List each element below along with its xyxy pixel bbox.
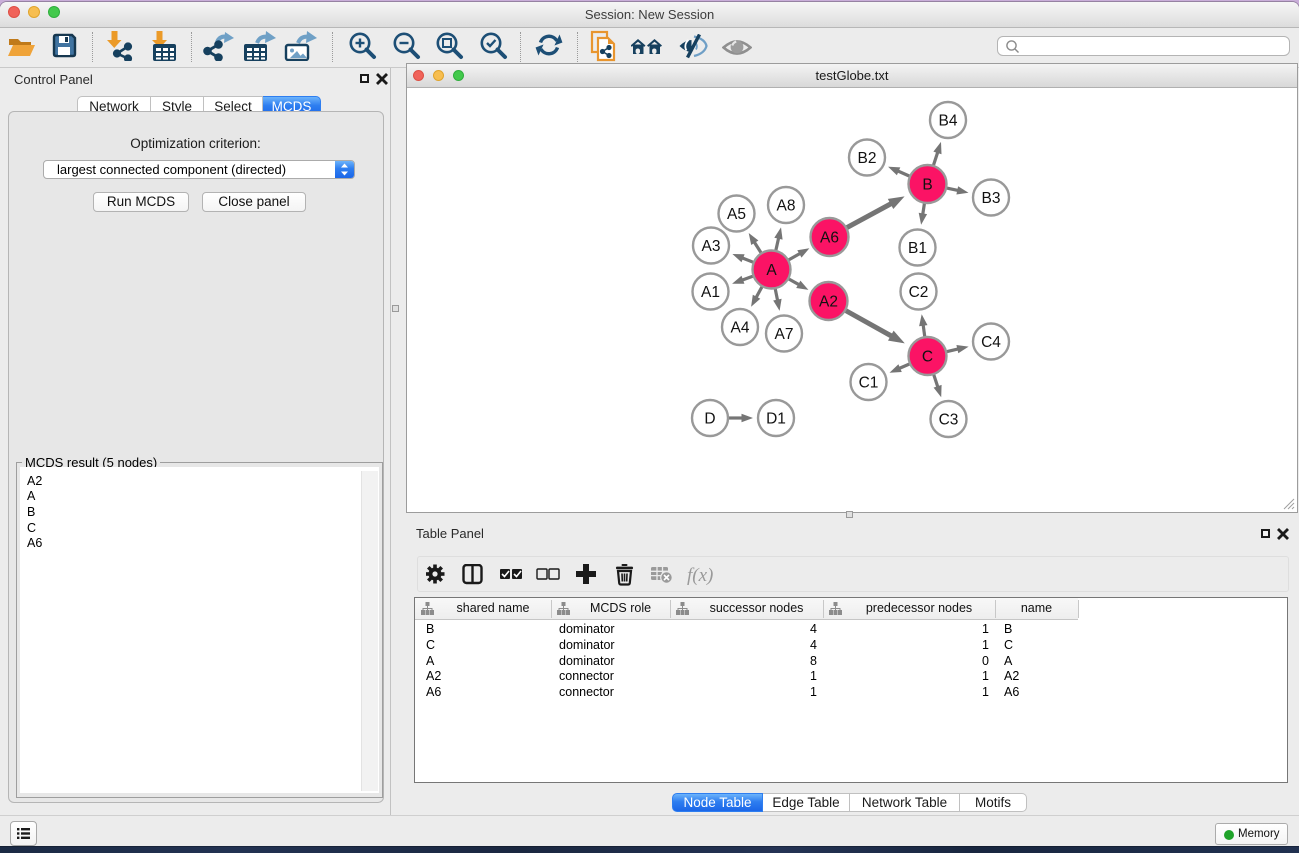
svg-text:C3: C3 <box>939 411 959 428</box>
svg-text:A7: A7 <box>775 326 794 343</box>
svg-text:A2: A2 <box>819 293 838 310</box>
svg-text:B2: B2 <box>858 150 877 167</box>
svg-text:A8: A8 <box>777 197 796 214</box>
svg-text:A6: A6 <box>820 229 839 246</box>
svg-text:B: B <box>922 176 932 193</box>
svg-text:C4: C4 <box>981 334 1001 351</box>
svg-text:C: C <box>922 348 933 365</box>
svg-text:B4: B4 <box>939 112 958 129</box>
svg-text:B1: B1 <box>908 240 927 257</box>
svg-text:D: D <box>704 410 715 427</box>
svg-text:A: A <box>766 262 777 279</box>
svg-text:A3: A3 <box>702 238 721 255</box>
svg-text:A4: A4 <box>731 319 750 336</box>
svg-text:C1: C1 <box>859 374 879 391</box>
svg-text:D1: D1 <box>766 410 786 427</box>
svg-text:C2: C2 <box>909 284 929 301</box>
svg-text:f(x): f(x) <box>687 565 713 586</box>
svg-text:A5: A5 <box>727 206 746 223</box>
svg-text:B3: B3 <box>982 190 1001 207</box>
svg-text:A1: A1 <box>701 284 720 301</box>
